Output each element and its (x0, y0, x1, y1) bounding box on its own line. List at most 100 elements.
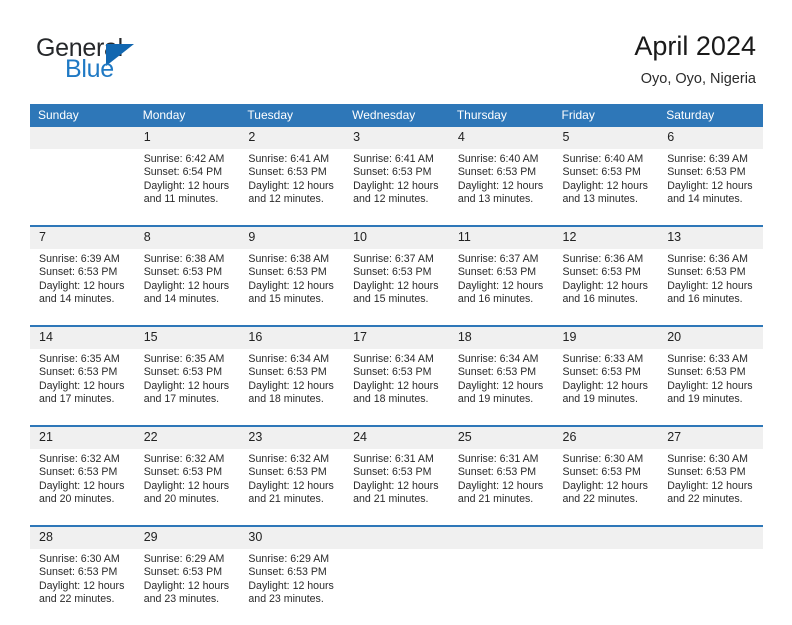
day-cell[interactable]: Sunrise: 6:32 AM Sunset: 6:53 PM Daylight:… (239, 449, 345, 525)
day-cell[interactable]: Sunrise: 6:34 AM Sunset: 6:53 PM Daylight:… (344, 349, 449, 425)
day-cell[interactable]: Sunrise: 6:40 AM Sunset: 6:53 PM Daylight:… (553, 149, 659, 225)
daylight-text-cont: and 23 minutes. (248, 593, 324, 606)
day-number[interactable]: 11 (448, 227, 554, 249)
sunset-text: Sunset: 6:53 PM (667, 166, 746, 179)
day-number[interactable]: 4 (448, 127, 554, 149)
day-number-empty (658, 527, 763, 549)
day-info-row: Sunrise: 6:42 AM Sunset: 6:54 PM Daylight:… (30, 149, 763, 225)
day-cell[interactable]: Sunrise: 6:31 AM Sunset: 6:53 PM Daylight:… (344, 449, 449, 525)
day-number[interactable]: 25 (448, 427, 554, 449)
day-number[interactable]: 30 (239, 527, 345, 549)
general-blue-logo[interactable]: General Blue (36, 34, 206, 88)
day-number[interactable]: 1 (134, 127, 240, 149)
day-cell[interactable]: Sunrise: 6:33 AM Sunset: 6:53 PM Daylight:… (658, 349, 763, 425)
daylight-text: Daylight: 12 hours (457, 279, 544, 292)
sunset-text: Sunset: 6:53 PM (248, 466, 327, 479)
day-number[interactable]: 20 (658, 327, 763, 349)
daylight-text-cont: and 16 minutes. (457, 293, 534, 306)
day-cell[interactable]: Sunrise: 6:41 AM Sunset: 6:53 PM Daylight:… (239, 149, 345, 225)
day-cell[interactable]: Sunrise: 6:36 AM Sunset: 6:53 PM Daylight:… (553, 249, 659, 325)
day-number[interactable]: 6 (658, 127, 763, 149)
page-title: April 2024 (634, 31, 756, 61)
daylight-text-cont: and 14 minutes. (143, 293, 220, 306)
day-cell[interactable]: Sunrise: 6:40 AM Sunset: 6:53 PM Daylight:… (448, 149, 554, 225)
day-cell[interactable]: Sunrise: 6:30 AM Sunset: 6:53 PM Daylight:… (553, 449, 659, 525)
daylight-text-cont: and 11 minutes. (143, 193, 219, 206)
day-cell[interactable]: Sunrise: 6:34 AM Sunset: 6:53 PM Daylight:… (448, 349, 554, 425)
day-cell[interactable]: Sunrise: 6:38 AM Sunset: 6:53 PM Daylight:… (134, 249, 240, 325)
day-number[interactable]: 3 (344, 127, 449, 149)
day-cell[interactable]: Sunrise: 6:39 AM Sunset: 6:53 PM Daylight:… (30, 249, 135, 325)
day-cell[interactable]: Sunrise: 6:38 AM Sunset: 6:53 PM Daylight:… (239, 249, 345, 325)
day-number[interactable]: 18 (448, 327, 554, 349)
day-number[interactable]: 15 (134, 327, 240, 349)
day-cell-empty (344, 549, 449, 625)
sunrise-text: Sunrise: 6:36 AM (667, 253, 748, 265)
day-cell[interactable]: Sunrise: 6:29 AM Sunset: 6:53 PM Daylight:… (134, 549, 240, 625)
day-number[interactable]: 14 (30, 327, 135, 349)
daylight-text: Daylight: 12 hours (457, 179, 544, 192)
day-number[interactable]: 12 (553, 227, 659, 249)
sunrise-text: Sunrise: 6:41 AM (248, 153, 330, 165)
day-cell[interactable]: Sunrise: 6:37 AM Sunset: 6:53 PM Daylight:… (448, 249, 554, 325)
day-number[interactable]: 2 (239, 127, 345, 149)
day-cell[interactable]: Sunrise: 6:30 AM Sunset: 6:53 PM Daylight:… (30, 549, 135, 625)
day-number[interactable]: 10 (344, 227, 449, 249)
sunrise-text: Sunrise: 6:37 AM (457, 253, 539, 265)
day-cell[interactable]: Sunrise: 6:41 AM Sunset: 6:53 PM Daylight:… (344, 149, 449, 225)
daylight-text: Daylight: 12 hours (248, 479, 334, 492)
day-cell[interactable]: Sunrise: 6:34 AM Sunset: 6:53 PM Daylight:… (239, 349, 345, 425)
day-cell[interactable]: Sunrise: 6:33 AM Sunset: 6:53 PM Daylight:… (553, 349, 659, 425)
day-number[interactable]: 7 (30, 227, 135, 249)
day-cell[interactable]: Sunrise: 6:32 AM Sunset: 6:53 PM Daylight:… (134, 449, 240, 525)
page-header: General Blue April 2024 Oyo, Oyo, Nigeri… (0, 0, 792, 100)
day-number[interactable]: 19 (553, 327, 659, 349)
day-info-row: Sunrise: 6:30 AM Sunset: 6:53 PM Daylight:… (30, 549, 763, 625)
sunrise-text: Sunrise: 6:33 AM (667, 353, 748, 365)
day-number[interactable]: 22 (134, 427, 240, 449)
daylight-text-cont: and 13 minutes. (562, 193, 638, 206)
day-number[interactable]: 17 (344, 327, 449, 349)
day-number-empty (344, 527, 449, 549)
weekday-header-sunday: Sunday (30, 104, 135, 127)
day-number[interactable]: 5 (553, 127, 659, 149)
day-cell[interactable]: Sunrise: 6:36 AM Sunset: 6:53 PM Daylight:… (658, 249, 763, 325)
daylight-text: Daylight: 12 hours (353, 179, 439, 192)
day-number[interactable]: 26 (553, 427, 659, 449)
day-cell[interactable]: Sunrise: 6:32 AM Sunset: 6:53 PM Daylight:… (30, 449, 135, 525)
daylight-text: Daylight: 12 hours (39, 579, 125, 592)
daylight-text-cont: and 21 minutes. (457, 493, 534, 506)
day-number-row: 7 8 9 10 11 12 13 (30, 227, 763, 249)
sunset-text: Sunset: 6:53 PM (39, 366, 118, 379)
day-number[interactable]: 28 (30, 527, 135, 549)
daylight-text: Daylight: 12 hours (143, 279, 230, 292)
sunrise-text: Sunrise: 6:36 AM (562, 253, 644, 265)
day-number[interactable]: 16 (239, 327, 345, 349)
day-cell[interactable]: Sunrise: 6:42 AM Sunset: 6:54 PM Daylight:… (134, 149, 240, 225)
day-number[interactable]: 13 (658, 227, 763, 249)
daylight-text: Daylight: 12 hours (353, 379, 439, 392)
sunset-text: Sunset: 6:53 PM (39, 566, 118, 579)
day-cell[interactable]: Sunrise: 6:30 AM Sunset: 6:53 PM Daylight:… (658, 449, 763, 525)
day-number[interactable]: 29 (134, 527, 240, 549)
sunrise-text: Sunrise: 6:32 AM (248, 453, 330, 465)
calendar-page: General Blue April 2024 Oyo, Oyo, Nigeri… (0, 0, 792, 625)
sunrise-text: Sunrise: 6:31 AM (457, 453, 539, 465)
daylight-text: Daylight: 12 hours (353, 279, 439, 292)
day-number[interactable]: 21 (30, 427, 135, 449)
day-cell[interactable]: Sunrise: 6:35 AM Sunset: 6:53 PM Daylight:… (30, 349, 135, 425)
sunrise-text: Sunrise: 6:39 AM (667, 153, 748, 165)
day-number[interactable]: 24 (344, 427, 449, 449)
sunrise-text: Sunrise: 6:34 AM (457, 353, 539, 365)
daylight-text: Daylight: 12 hours (457, 379, 544, 392)
daylight-text: Daylight: 12 hours (248, 279, 334, 292)
day-cell[interactable]: Sunrise: 6:35 AM Sunset: 6:53 PM Daylight:… (134, 349, 240, 425)
day-number[interactable]: 8 (134, 227, 240, 249)
day-cell[interactable]: Sunrise: 6:37 AM Sunset: 6:53 PM Daylight:… (344, 249, 449, 325)
day-number[interactable]: 27 (658, 427, 763, 449)
day-number[interactable]: 23 (239, 427, 345, 449)
day-cell[interactable]: Sunrise: 6:39 AM Sunset: 6:53 PM Daylight:… (658, 149, 763, 225)
day-cell[interactable]: Sunrise: 6:29 AM Sunset: 6:53 PM Daylight:… (239, 549, 345, 625)
day-number[interactable]: 9 (239, 227, 345, 249)
day-cell[interactable]: Sunrise: 6:31 AM Sunset: 6:53 PM Daylight:… (448, 449, 554, 525)
